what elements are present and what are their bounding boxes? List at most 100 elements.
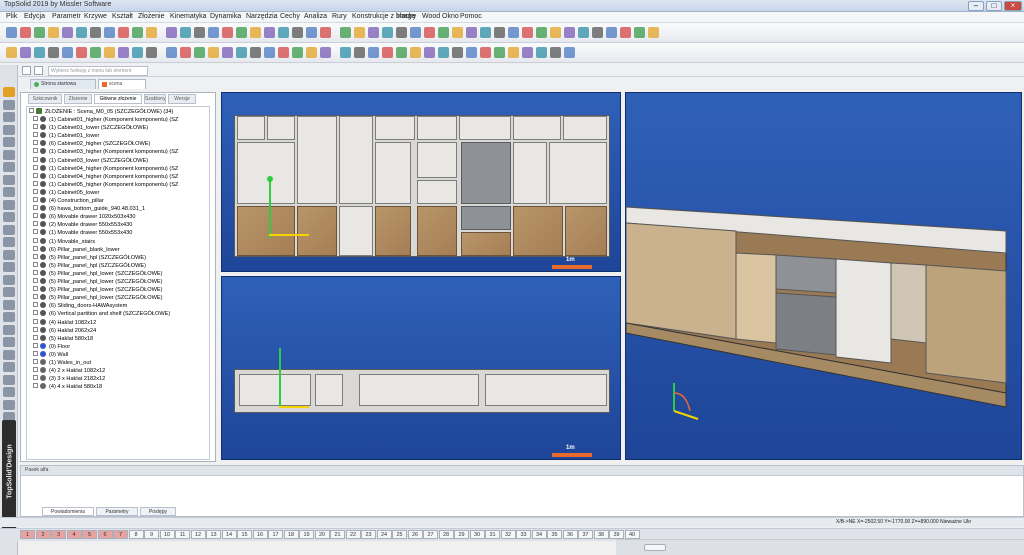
page-number[interactable]: 26 bbox=[407, 530, 423, 539]
page-number[interactable]: 21 bbox=[330, 530, 345, 539]
toolbar-tool-icon[interactable] bbox=[410, 47, 421, 58]
tab-main-assembly[interactable]: Główne złożenie bbox=[94, 94, 142, 104]
toolbar-tool-icon[interactable] bbox=[76, 47, 87, 58]
toolbar-tool-icon[interactable] bbox=[180, 27, 191, 38]
tree-item[interactable]: (4) Construction_pillar bbox=[33, 197, 104, 205]
toolbar-tool-icon[interactable] bbox=[382, 47, 393, 58]
toolbar-tool-icon[interactable] bbox=[132, 27, 143, 38]
left-tool-icon[interactable] bbox=[3, 224, 15, 235]
menu-item[interactable]: Okno bbox=[442, 13, 459, 20]
tab-start-page[interactable]: Strona startowa bbox=[30, 79, 96, 89]
page-number[interactable]: 7 bbox=[113, 530, 128, 539]
expand-icon[interactable] bbox=[33, 278, 38, 283]
left-tool-icon[interactable] bbox=[3, 262, 15, 272]
expand-icon[interactable] bbox=[29, 108, 34, 113]
page-number[interactable]: 13 bbox=[206, 530, 221, 539]
left-tool-icon[interactable] bbox=[3, 337, 15, 347]
tree-item[interactable]: (1) Cabinet04_higher (Komponent komponen… bbox=[33, 164, 178, 173]
left-tool-icon[interactable] bbox=[3, 299, 15, 310]
toolbar-tool-icon[interactable] bbox=[340, 27, 351, 38]
toolbar-tool-icon[interactable] bbox=[166, 47, 177, 58]
page-number[interactable]: 32 bbox=[500, 530, 516, 539]
menu-item[interactable]: Rury bbox=[332, 13, 347, 20]
tab-progress[interactable]: Postępy bbox=[140, 507, 176, 516]
page-number[interactable]: 34 bbox=[531, 530, 547, 539]
toolbar-tool-icon[interactable] bbox=[480, 27, 491, 38]
toolbar-tool-icon[interactable] bbox=[564, 47, 575, 58]
left-tool-icon[interactable] bbox=[3, 124, 15, 135]
toolbar-tool-icon[interactable] bbox=[194, 27, 205, 38]
tree-item[interactable]: (5) Pillar_panel_hpl (SZCZEGÓŁOWE) bbox=[33, 261, 146, 270]
left-tool-icon[interactable] bbox=[3, 162, 15, 172]
toolbar-tool-icon[interactable] bbox=[480, 47, 491, 58]
tree-item[interactable]: (0) Floor bbox=[33, 342, 70, 351]
toolbar-tool-icon[interactable] bbox=[222, 47, 233, 58]
toolbar-tool-icon[interactable] bbox=[20, 27, 31, 38]
menu-item[interactable]: Złożenie bbox=[138, 13, 164, 20]
expand-icon[interactable] bbox=[33, 197, 38, 202]
expand-icon[interactable] bbox=[33, 261, 38, 267]
expand-icon[interactable] bbox=[33, 132, 38, 138]
left-tool-icon[interactable] bbox=[3, 212, 15, 222]
page-number[interactable]: 25 bbox=[392, 530, 407, 539]
command-input[interactable]: Wybierz funkcję z menu lub element bbox=[48, 66, 148, 76]
page-number[interactable]: 5 bbox=[82, 530, 97, 539]
tree-item[interactable]: (4) 2 x Haklat 1082x12 bbox=[33, 367, 105, 375]
settings-icon[interactable] bbox=[34, 66, 43, 75]
menu-item[interactable]: Parametr bbox=[52, 13, 81, 20]
left-tool-icon[interactable] bbox=[3, 324, 15, 335]
left-tool-icon[interactable] bbox=[3, 399, 15, 410]
page-number[interactable]: 17 bbox=[268, 530, 283, 539]
menu-item[interactable]: Dynamika bbox=[210, 13, 241, 20]
expand-icon[interactable] bbox=[33, 318, 38, 324]
viewport-3d[interactable] bbox=[625, 92, 1022, 460]
tree-item[interactable]: (1) Cabinet05_higher (Komponent komponen… bbox=[33, 180, 178, 189]
horizontal-scrollbar[interactable] bbox=[616, 539, 1024, 555]
tab-parameters[interactable]: Parametry bbox=[96, 507, 138, 516]
expand-icon[interactable] bbox=[33, 164, 38, 170]
page-number[interactable]: 16 bbox=[252, 530, 268, 539]
toolbar-tool-icon[interactable] bbox=[396, 27, 407, 38]
toolbar-tool-icon[interactable] bbox=[368, 47, 379, 58]
left-tool-icon[interactable] bbox=[3, 137, 15, 147]
tree-item[interactable]: (5) Pillar_panel_hpl_lower (SZCZEGÓŁOWE) bbox=[33, 286, 162, 294]
tree-item[interactable]: (3) 3 x Haklat 2182x12 bbox=[33, 375, 105, 383]
tree-root[interactable]: ZŁOŻENIE : Scena_M0_05 (SZCZEGÓŁOWE) (34… bbox=[29, 108, 173, 116]
expand-icon[interactable] bbox=[33, 237, 38, 243]
expand-icon[interactable] bbox=[33, 188, 38, 194]
expand-icon[interactable] bbox=[33, 359, 38, 364]
toolbar-tool-icon[interactable] bbox=[634, 27, 645, 38]
toolbar-tool-icon[interactable] bbox=[494, 47, 505, 58]
tree-item[interactable]: (6) hawa_bottom_guide_940.48.031_1 bbox=[33, 205, 145, 213]
left-tool-icon[interactable] bbox=[3, 249, 15, 260]
toolbar-tool-icon[interactable] bbox=[48, 27, 59, 38]
toolbar-tool-icon[interactable] bbox=[424, 27, 435, 38]
toolbar-tool-icon[interactable] bbox=[48, 47, 59, 58]
left-tool-icon[interactable] bbox=[3, 199, 15, 210]
toolbar-tool-icon[interactable] bbox=[550, 47, 561, 58]
tree-item[interactable]: (4) Haklat 1082x12 bbox=[33, 318, 96, 327]
tree-item[interactable]: (5) Pillar_panel_hpl_lower (SZCZEGÓŁOWE) bbox=[33, 278, 162, 286]
toolbar-tool-icon[interactable] bbox=[250, 47, 261, 58]
page-number[interactable]: 19 bbox=[299, 530, 314, 539]
toolbar-tool-icon[interactable] bbox=[90, 27, 101, 38]
toolbar-tool-icon[interactable] bbox=[20, 47, 31, 58]
page-number[interactable]: 2 bbox=[35, 530, 51, 539]
toolbar-tool-icon[interactable] bbox=[132, 47, 143, 58]
toolbar-tool-icon[interactable] bbox=[180, 47, 191, 58]
page-number[interactable]: 15 bbox=[237, 530, 252, 539]
menu-item[interactable]: Krzywe bbox=[84, 13, 107, 20]
toolbar-tool-icon[interactable] bbox=[320, 27, 331, 38]
expand-icon[interactable] bbox=[33, 334, 38, 340]
toolbar-tool-icon[interactable] bbox=[354, 47, 365, 58]
page-number[interactable]: 3 bbox=[51, 530, 66, 539]
toolbar-tool-icon[interactable] bbox=[6, 27, 17, 38]
toolbar-tool-icon[interactable] bbox=[146, 27, 157, 38]
tree-item[interactable]: (1) Movable_stairs bbox=[33, 237, 95, 246]
page-number[interactable]: 20 bbox=[314, 530, 330, 539]
toolbar-tool-icon[interactable] bbox=[104, 47, 115, 58]
toolbar-tool-icon[interactable] bbox=[466, 47, 477, 58]
expand-icon[interactable] bbox=[33, 124, 38, 130]
tab-versions[interactable]: Wersje bbox=[168, 94, 196, 104]
toolbar-tool-icon[interactable] bbox=[264, 27, 275, 38]
